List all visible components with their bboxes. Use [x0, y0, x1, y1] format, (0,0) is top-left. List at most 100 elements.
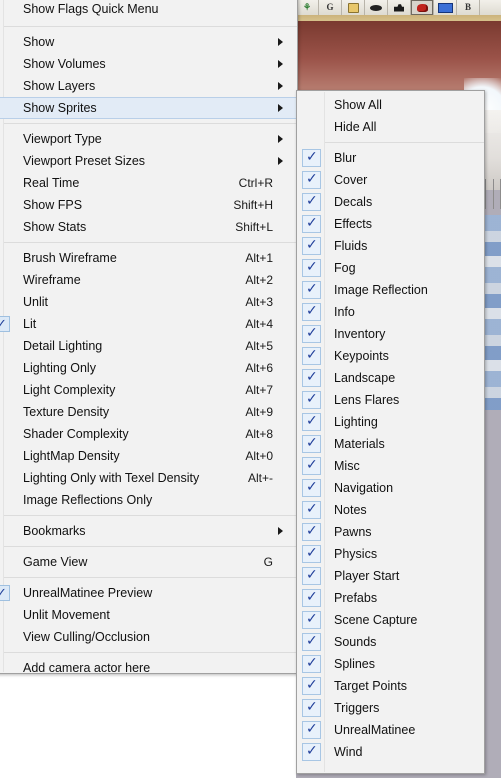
menu-item-show-stats[interactable]: Show Stats Shift+L	[0, 216, 297, 238]
submenu-item-landscape[interactable]: Landscape	[297, 367, 484, 389]
submenu-item-target-points[interactable]: Target Points	[297, 675, 484, 697]
submenu-item-splines[interactable]: Splines	[297, 653, 484, 675]
submenu-item-fog[interactable]: Fog	[297, 257, 484, 279]
submenu-item-blur[interactable]: Blur	[297, 147, 484, 169]
show-sprites-submenu[interactable]: Show All Hide All Blur Cover Decals Effe…	[296, 90, 485, 774]
checkbox-checked-icon[interactable]	[302, 147, 321, 167]
checkbox-checked-icon[interactable]	[302, 543, 321, 563]
submenu-item-misc[interactable]: Misc	[297, 455, 484, 477]
green-leaf-icon[interactable]: ⚘	[296, 0, 319, 15]
menu-item-view-culling-occlusion[interactable]: View Culling/Occlusion	[0, 626, 297, 648]
submenu-item-fluids[interactable]: Fluids	[297, 235, 484, 257]
menu-item-lit[interactable]: Lit Alt+4	[0, 313, 297, 336]
menu-item-real-time[interactable]: Real Time Ctrl+R	[0, 172, 297, 194]
submenu-item-hide-all[interactable]: Hide All	[297, 116, 484, 138]
checkbox-checked-icon[interactable]	[302, 257, 321, 277]
submenu-item-decals[interactable]: Decals	[297, 191, 484, 213]
submenu-item-materials[interactable]: Materials	[297, 433, 484, 455]
menu-item-show-volumes[interactable]: Show Volumes	[0, 53, 297, 75]
checkbox-checked-icon[interactable]	[302, 565, 321, 585]
lock-icon[interactable]	[342, 0, 365, 15]
menu-item-show-sprites[interactable]: Show Sprites	[0, 97, 297, 119]
menu-separator	[4, 652, 297, 653]
menu-item-bookmarks[interactable]: Bookmarks	[0, 520, 297, 542]
menu-item-viewport-preset-sizes[interactable]: Viewport Preset Sizes	[0, 150, 297, 172]
menu-item-show-layers[interactable]: Show Layers	[0, 75, 297, 97]
menu-item-unlit[interactable]: Unlit Alt+3	[0, 291, 297, 313]
submenu-item-prefabs[interactable]: Prefabs	[297, 587, 484, 609]
checkbox-checked-icon[interactable]	[302, 477, 321, 497]
checkbox-checked-icon[interactable]	[302, 653, 321, 673]
viewport-toolbar[interactable]: ⚘ G B	[296, 0, 501, 16]
menu-item-lighting-only[interactable]: Lighting Only Alt+6	[0, 357, 297, 379]
submenu-item-cover[interactable]: Cover	[297, 169, 484, 191]
menu-item-lightmap-density[interactable]: LightMap Density Alt+0	[0, 445, 297, 467]
submenu-item-effects[interactable]: Effects	[297, 213, 484, 235]
blue-rect-icon[interactable]	[434, 0, 457, 15]
checkbox-checked-icon[interactable]	[302, 587, 321, 607]
submenu-item-lighting[interactable]: Lighting	[297, 411, 484, 433]
checkbox-checked-icon[interactable]	[302, 609, 321, 629]
checkbox-checked-icon[interactable]	[302, 521, 321, 541]
submenu-item-unrealmatinee[interactable]: UnrealMatinee	[297, 719, 484, 741]
menu-item-lighting-only-with-texel-density[interactable]: Lighting Only with Texel Density Alt+-	[0, 467, 297, 489]
checkbox-checked-icon[interactable]	[302, 213, 321, 233]
checkbox-checked-icon[interactable]	[302, 169, 321, 189]
menu-item-viewport-type[interactable]: Viewport Type	[0, 128, 297, 150]
g-letter-icon[interactable]: G	[319, 0, 342, 15]
checkbox-checked-icon[interactable]	[302, 411, 321, 431]
submenu-item-player-start[interactable]: Player Start	[297, 565, 484, 587]
red-object-icon[interactable]	[411, 0, 434, 15]
checkbox-checked-icon[interactable]	[302, 433, 321, 453]
checkbox-checked-icon[interactable]	[302, 697, 321, 717]
checkbox-checked-icon[interactable]	[302, 389, 321, 409]
menu-item-show-fps[interactable]: Show FPS Shift+H	[0, 194, 297, 216]
b-letter-icon[interactable]: B	[457, 0, 480, 15]
menu-item-detail-lighting[interactable]: Detail Lighting Alt+5	[0, 335, 297, 357]
submenu-item-pawns[interactable]: Pawns	[297, 521, 484, 543]
submenu-item-sounds[interactable]: Sounds	[297, 631, 484, 653]
checkbox-checked-icon[interactable]	[302, 741, 321, 761]
submenu-item-notes[interactable]: Notes	[297, 499, 484, 521]
checkbox-checked-icon[interactable]	[302, 235, 321, 255]
menu-item-game-view[interactable]: Game View G	[0, 551, 297, 573]
menu-item-show[interactable]: Show	[0, 31, 297, 53]
checkbox-checked-icon[interactable]	[302, 499, 321, 519]
menu-item-unlit-movement[interactable]: Unlit Movement	[0, 604, 297, 626]
menu-item-texture-density[interactable]: Texture Density Alt+9	[0, 401, 297, 423]
eye-icon[interactable]	[365, 0, 388, 15]
submenu-item-wind[interactable]: Wind	[297, 741, 484, 763]
menu-item-light-complexity[interactable]: Light Complexity Alt+7	[0, 379, 297, 401]
submenu-item-navigation[interactable]: Navigation	[297, 477, 484, 499]
checkbox-checked-icon[interactable]	[302, 301, 321, 321]
submenu-item-lens-flares[interactable]: Lens Flares	[297, 389, 484, 411]
checkbox-checked-icon[interactable]	[302, 323, 321, 343]
menu-item-unrealmatinee-preview[interactable]: UnrealMatinee Preview	[0, 582, 297, 605]
checkbox-checked-icon[interactable]	[302, 631, 321, 651]
submenu-item-label: Image Reflection	[334, 283, 428, 297]
checkbox-checked-icon[interactable]	[302, 367, 321, 387]
show-flags-quick-menu[interactable]: Show Flags Quick Menu Show Show Volumes …	[0, 0, 298, 675]
checkbox-checked-icon[interactable]	[302, 345, 321, 365]
checkbox-checked-icon[interactable]	[302, 675, 321, 695]
menu-item-shader-complexity[interactable]: Shader Complexity Alt+8	[0, 423, 297, 445]
checkbox-checked-icon[interactable]	[302, 455, 321, 475]
submenu-item-triggers[interactable]: Triggers	[297, 697, 484, 719]
checkbox-checked-icon[interactable]	[302, 279, 321, 299]
menu-item-label: Image Reflections Only	[23, 493, 153, 507]
checkbox-checked-icon[interactable]	[302, 191, 321, 211]
submenu-item-keypoints[interactable]: Keypoints	[297, 345, 484, 367]
submenu-item-scene-capture[interactable]: Scene Capture	[297, 609, 484, 631]
submenu-item-show-all[interactable]: Show All	[297, 94, 484, 116]
checkbox-checked-icon[interactable]	[302, 719, 321, 739]
submenu-item-inventory[interactable]: Inventory	[297, 323, 484, 345]
menu-item-wireframe[interactable]: Wireframe Alt+2	[0, 269, 297, 291]
submenu-item-info[interactable]: Info	[297, 301, 484, 323]
camera-icon[interactable]	[388, 0, 411, 15]
menu-item-label: Viewport Preset Sizes	[23, 154, 146, 168]
menu-item-brush-wireframe[interactable]: Brush Wireframe Alt+1	[0, 247, 297, 269]
menu-item-add-camera-actor-here[interactable]: Add camera actor here	[0, 657, 297, 679]
submenu-item-physics[interactable]: Physics	[297, 543, 484, 565]
menu-item-image-reflections-only[interactable]: Image Reflections Only	[0, 489, 297, 511]
submenu-item-image-reflection[interactable]: Image Reflection	[297, 279, 484, 301]
